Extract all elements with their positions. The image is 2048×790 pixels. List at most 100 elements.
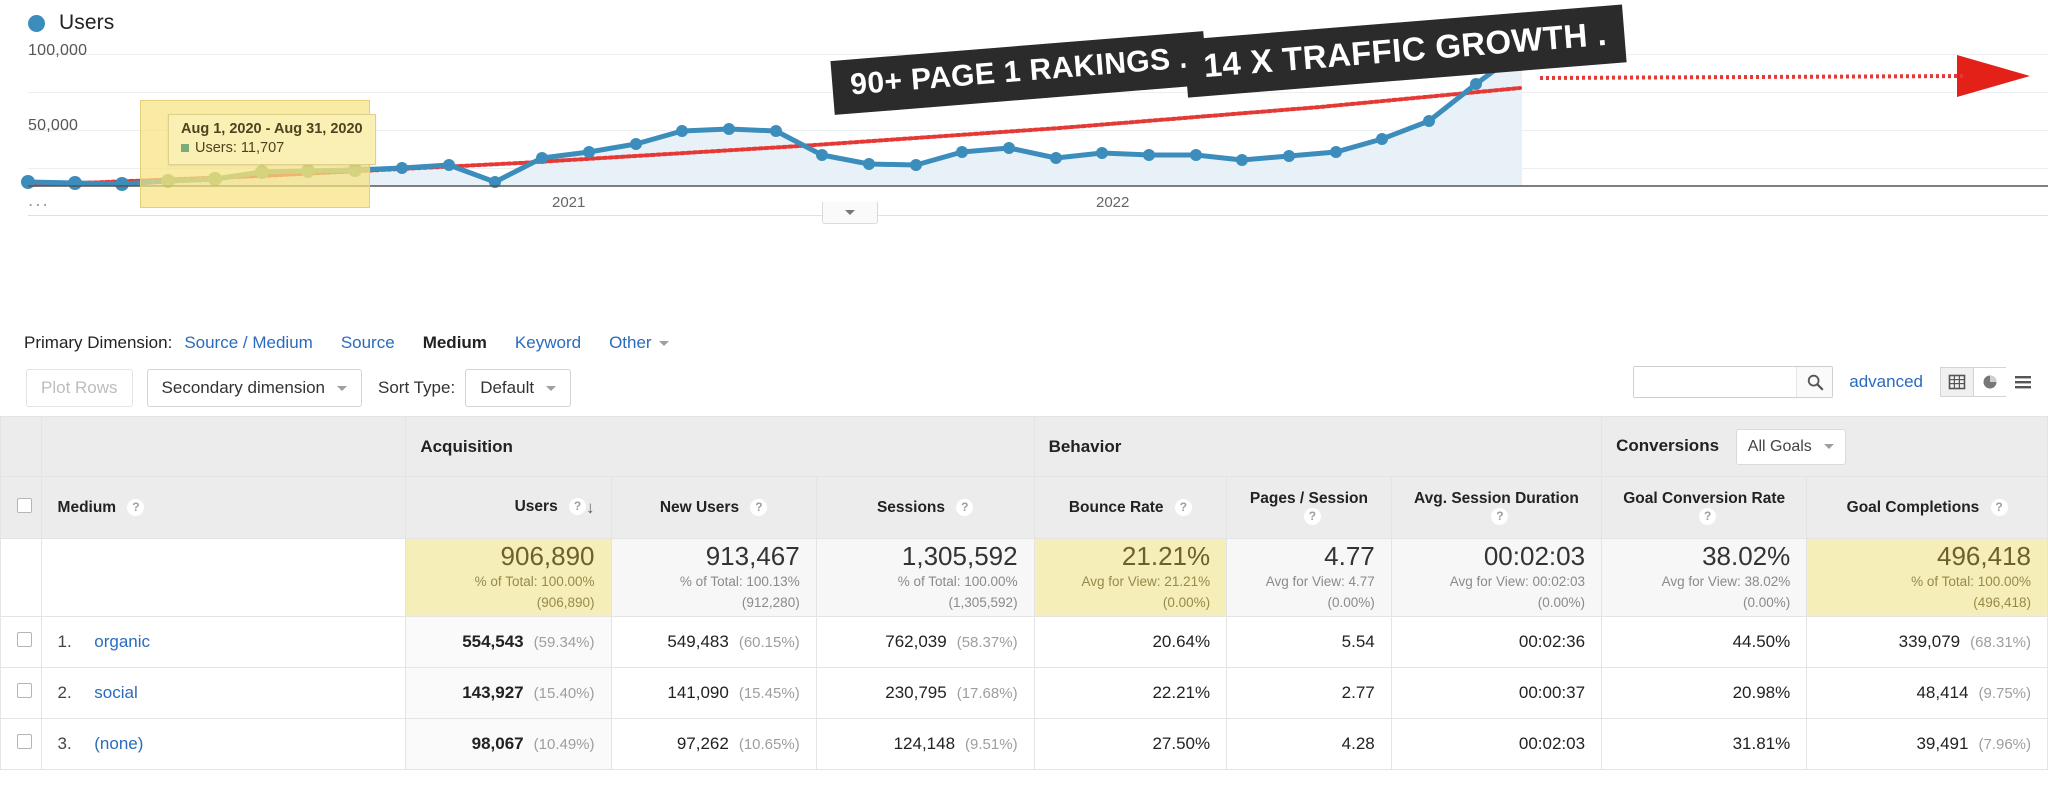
column-header-goal-completions[interactable]: Goal Completions ? — [1807, 477, 2048, 539]
help-icon[interactable]: ? — [1991, 499, 2008, 516]
search-box — [1633, 366, 1833, 398]
column-header-avg-session-duration-label: Avg. Session Duration — [1414, 490, 1579, 507]
select-all-checkbox-cell[interactable] — [1, 477, 42, 539]
column-header-goal-completions-label: Goal Completions — [1847, 499, 1980, 516]
row-checkbox[interactable] — [17, 683, 32, 698]
chart-bottom-divider — [28, 215, 2048, 216]
help-icon[interactable]: ? — [956, 499, 973, 516]
help-icon[interactable]: ? — [1699, 508, 1716, 525]
row-medium-link[interactable]: organic — [94, 632, 150, 651]
row-dimension-cell: 1. organic — [41, 617, 406, 668]
row-pages-session-cell: 5.54 — [1227, 617, 1392, 668]
plot-rows-button[interactable]: Plot Rows — [26, 369, 133, 407]
row-goal-completions-cell: 339,079(68.31%) — [1807, 617, 2048, 668]
column-header-new-users[interactable]: New Users ? — [611, 477, 816, 539]
row-checkbox[interactable] — [17, 734, 32, 749]
row-sessions-cell: 230,795(17.68%) — [816, 668, 1034, 719]
pie-chart-icon — [1981, 373, 1999, 391]
row-new-users-cell: 141,090(15.45%) — [611, 668, 816, 719]
advanced-link[interactable]: advanced — [1849, 372, 1923, 392]
help-icon[interactable]: ? — [1491, 508, 1508, 525]
pie-view-button[interactable] — [1973, 367, 2007, 397]
column-header-pages-session[interactable]: Pages / Session ? — [1227, 477, 1392, 539]
row-checkbox-cell[interactable] — [1, 617, 42, 668]
select-all-checkbox[interactable] — [17, 498, 32, 513]
summary-sessions-value: 1,305,592 — [833, 543, 1018, 570]
list-view-button[interactable] — [2006, 367, 2040, 397]
row-checkbox-cell[interactable] — [1, 668, 42, 719]
row-goal-conv-rate-cell: 31.81% — [1602, 719, 1807, 770]
search-input[interactable] — [1634, 367, 1796, 397]
row-sessions-pct: (58.37%) — [957, 634, 1018, 651]
summary-pages-session-sub1: Avg for View: 4.77 — [1243, 573, 1375, 591]
row-checkbox-cell[interactable] — [1, 719, 42, 770]
search-button[interactable] — [1796, 367, 1832, 397]
dimension-option-source[interactable]: Source — [341, 333, 395, 353]
row-new-users-value: 549,483 — [667, 632, 728, 651]
row-checkbox[interactable] — [17, 632, 32, 647]
table-row[interactable]: 1. organic 554,543(59.34%) 549,483(60.15… — [1, 617, 2048, 668]
column-header-sessions[interactable]: Sessions ? — [816, 477, 1034, 539]
dimension-option-other[interactable]: Other — [609, 333, 669, 353]
dimension-option-source-medium[interactable]: Source / Medium — [184, 333, 313, 353]
row-goal-completions-value: 39,491 — [1916, 734, 1968, 753]
row-new-users-cell: 97,262(10.65%) — [611, 719, 816, 770]
help-icon[interactable]: ? — [1175, 499, 1192, 516]
growth-arrow-icon — [1957, 55, 2030, 97]
column-header-sessions-label: Sessions — [877, 499, 945, 516]
row-avg-duration-cell: 00:00:37 — [1391, 668, 1601, 719]
row-new-users-value: 141,090 — [667, 683, 728, 702]
row-goal-conv-rate-cell: 20.98% — [1602, 668, 1807, 719]
row-new-users-cell: 549,483(60.15%) — [611, 617, 816, 668]
row-sessions-pct: (17.68%) — [957, 685, 1018, 702]
column-header-goal-conversion-rate[interactable]: Goal Conversion Rate ? — [1602, 477, 1807, 539]
summary-avg-duration-value: 00:02:03 — [1408, 543, 1585, 570]
help-icon[interactable]: ? — [569, 498, 586, 515]
row-pages-session-cell: 2.77 — [1227, 668, 1392, 719]
tooltip-series-row: Users: 11,707 — [181, 140, 363, 156]
summary-pages-session-sub2: (0.00%) — [1243, 594, 1375, 612]
table-column-header-row: Medium ? ↓ Users ? New Users ? Sessions … — [1, 477, 2048, 539]
conversions-label: Conversions — [1616, 436, 1719, 455]
column-header-bounce-rate[interactable]: Bounce Rate ? — [1034, 477, 1227, 539]
help-icon[interactable]: ? — [1304, 508, 1321, 525]
help-icon[interactable]: ? — [750, 499, 767, 516]
table-row[interactable]: 3. (none) 98,067(10.49%) 97,262(10.65%) … — [1, 719, 2048, 770]
row-index: 3. — [58, 734, 90, 754]
row-new-users-pct: (10.65%) — [739, 736, 800, 753]
row-goal-completions-cell: 48,414(9.75%) — [1807, 668, 2048, 719]
row-sessions-value: 124,148 — [894, 734, 955, 753]
summary-users-value: 906,890 — [422, 543, 594, 570]
secondary-dimension-dropdown[interactable]: Secondary dimension — [147, 369, 362, 407]
summary-dimension-cell — [41, 539, 406, 617]
summary-goal-conv-rate-sub1: Avg for View: 38.02% — [1618, 573, 1790, 591]
chart-tooltip: Aug 1, 2020 - Aug 31, 2020 Users: 11,707 — [168, 114, 376, 165]
chart-legend: Users — [28, 11, 114, 35]
column-header-users[interactable]: ↓ Users ? — [406, 477, 611, 539]
row-goal-completions-pct: (7.96%) — [1978, 736, 2031, 753]
help-icon[interactable]: ? — [127, 499, 144, 516]
table-view-button[interactable] — [1940, 367, 1974, 397]
row-sessions-value: 762,039 — [885, 632, 946, 651]
column-header-medium[interactable]: Medium ? — [41, 477, 406, 539]
dimension-option-keyword[interactable]: Keyword — [515, 333, 581, 353]
row-sessions-cell: 124,148 (9.51%) — [816, 719, 1034, 770]
row-medium-link[interactable]: social — [94, 683, 137, 702]
summary-cell-goal-completions: 496,418 % of Total: 100.00% (496,418) — [1807, 539, 2048, 617]
summary-checkbox-cell — [1, 539, 42, 617]
table-group-header-row: Acquisition Behavior Conversions All Goa… — [1, 417, 2048, 477]
row-users-pct: (59.34%) — [534, 634, 595, 651]
row-sessions-pct: (9.51%) — [965, 736, 1018, 753]
summary-cell-sessions: 1,305,592 % of Total: 100.00% (1,305,592… — [816, 539, 1034, 617]
dimension-option-medium[interactable]: Medium — [423, 333, 487, 353]
sort-type-dropdown[interactable]: Default — [465, 369, 571, 407]
column-header-bounce-rate-label: Bounce Rate — [1069, 499, 1164, 516]
table-row[interactable]: 2. social 143,927(15.40%) 141,090(15.45%… — [1, 668, 2048, 719]
all-goals-dropdown[interactable]: All Goals — [1736, 429, 1846, 465]
group-header-conversions: Conversions All Goals — [1602, 417, 2048, 477]
sort-type-label: Sort Type: — [378, 378, 455, 398]
x-axis-tick-2021: 2021 — [552, 194, 585, 211]
row-medium-link[interactable]: (none) — [94, 734, 143, 753]
chart-collapse-handle[interactable] — [822, 202, 878, 224]
column-header-avg-session-duration[interactable]: Avg. Session Duration ? — [1391, 477, 1601, 539]
